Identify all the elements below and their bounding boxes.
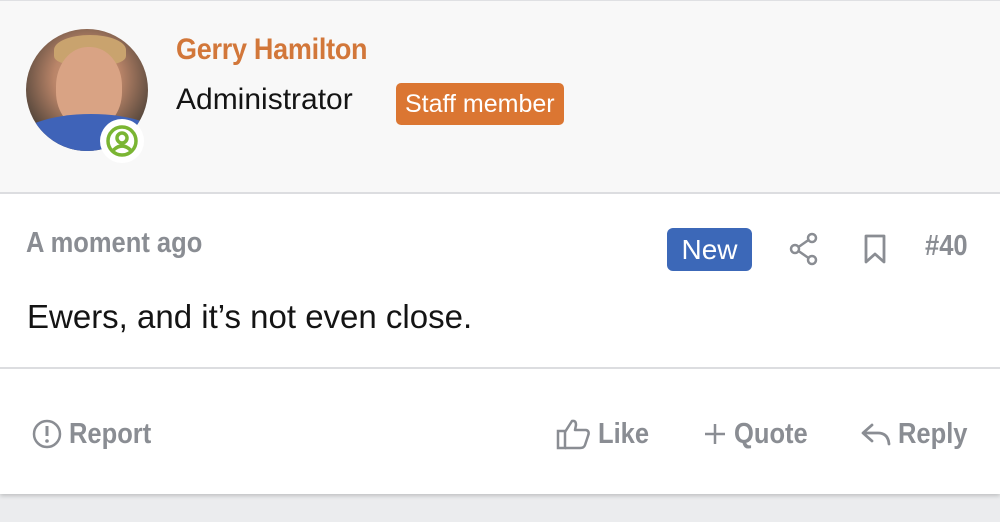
user-title: Administrator	[176, 83, 353, 116]
report-icon	[32, 419, 62, 449]
bookmark-icon[interactable]	[862, 233, 888, 270]
quote-label: Quote	[734, 417, 808, 450]
online-status-icon	[100, 119, 144, 163]
like-icon	[556, 419, 590, 450]
post-timestamp[interactable]: A moment ago	[26, 227, 202, 260]
divider	[0, 367, 1000, 369]
post-user-block: Gerry Hamilton Administrator Staff membe…	[0, 0, 1000, 194]
report-label: Report	[69, 417, 152, 450]
reply-icon	[861, 423, 891, 446]
new-badge: New	[667, 228, 752, 271]
quote-button[interactable]: Quote	[702, 414, 818, 454]
post-number-link[interactable]: #40	[925, 230, 968, 263]
report-button[interactable]: Report	[31, 414, 162, 454]
like-button[interactable]: Like	[556, 414, 656, 454]
reply-label: Reply	[898, 417, 968, 450]
staff-badge: Staff member	[396, 83, 564, 125]
username-link[interactable]: Gerry Hamilton	[176, 33, 368, 67]
like-label: Like	[598, 417, 650, 450]
quote-icon	[705, 424, 725, 444]
reply-button[interactable]: Reply	[860, 414, 977, 454]
post-message: Gerry Hamilton Administrator Staff membe…	[0, 0, 1000, 494]
post-content: Ewers, and it’s not even close.	[27, 298, 473, 335]
share-icon[interactable]	[788, 232, 820, 271]
